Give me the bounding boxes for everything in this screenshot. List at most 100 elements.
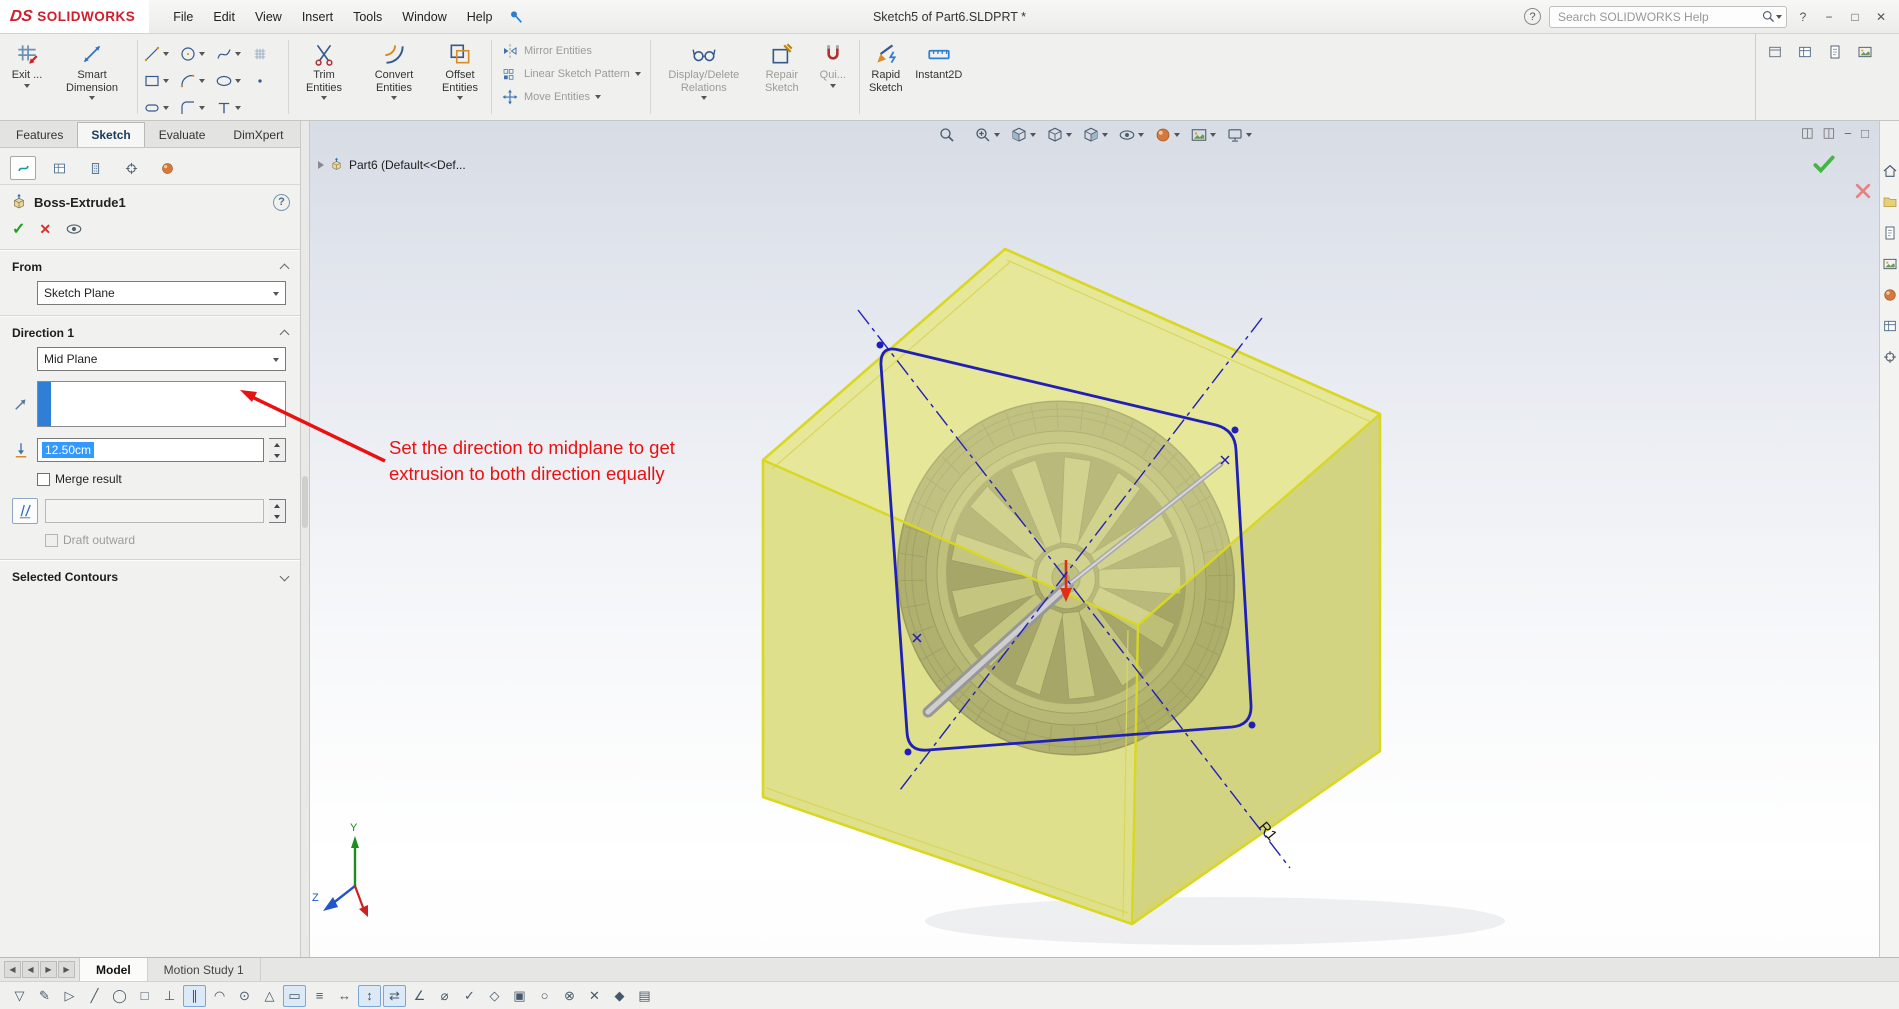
viewport-restore-icon[interactable]: □ [1861,125,1869,141]
statusbar-tool-icon[interactable]: ◇ [483,985,506,1007]
custom-properties-icon[interactable] [1882,318,1898,334]
confirm-cancel-corner-button[interactable] [1853,181,1873,201]
statusbar-tool-icon[interactable]: ▷ [58,985,81,1007]
statusbar-tool-icon[interactable]: ◠ [208,985,231,1007]
exit-sketch-button[interactable]: Exit ... [4,36,50,118]
statusbar-tool-icon[interactable]: ⊥ [158,985,181,1007]
rapid-sketch-button[interactable]: Rapid Sketch [863,36,909,118]
search-options-caret-icon[interactable] [1776,14,1782,19]
feature-tree-flyout[interactable]: Part6 (Default<<Def... [318,157,466,172]
statusbar-tool-icon[interactable]: ∥ [183,984,206,1007]
statusbar-tool-icon[interactable]: △ [258,985,281,1007]
display-delete-relations-button[interactable]: Display/Delete Relations [654,36,754,118]
exit-sketch-caret-icon[interactable] [24,83,30,88]
apply-scene-icon[interactable] [1187,124,1219,146]
end-condition-select[interactable]: Mid Plane [37,347,286,371]
graphics-area[interactable]: R1 Y Z ◫ ◫ − □ Part6 (Default<<Def... Se… [310,121,1879,957]
close-button[interactable]: ✕ [1873,10,1889,24]
view-settings-icon[interactable] [1223,124,1255,146]
splitter-grip[interactable] [302,476,308,528]
statusbar-tool-icon[interactable]: ◯ [108,985,131,1007]
panel-toggle-icon-4[interactable] [1857,44,1873,60]
trim-entities-caret-icon[interactable] [321,96,327,101]
design-library-icon[interactable] [1882,194,1898,210]
file-explorer-icon[interactable] [1882,225,1898,241]
from-section-header[interactable]: From [0,253,300,279]
statusbar-tool-icon[interactable]: ↕ [358,984,381,1007]
trim-entities-button[interactable]: Trim Entities [292,36,356,118]
statusbar-tool-icon[interactable]: ↔ [333,985,356,1007]
draft-angle-spinner[interactable] [269,499,286,523]
help-search-input[interactable] [1558,9,1761,24]
draft-angle-input[interactable] [45,499,264,523]
section-view-icon[interactable] [1007,124,1039,146]
statusbar-tool-icon[interactable]: ○ [533,985,556,1007]
depth-spinner[interactable] [269,438,286,462]
merge-result-checkbox[interactable] [37,472,50,486]
viewport-split2-icon[interactable]: ◫ [1823,125,1836,141]
menu-window[interactable]: Window [392,6,456,28]
end-condition-caret-icon[interactable] [273,358,279,362]
sketch-grid-icon[interactable] [249,40,285,67]
rectangle-tool-icon[interactable] [141,67,177,94]
draft-on-off-button[interactable] [12,498,38,524]
pin-toolbar-icon[interactable] [508,9,524,25]
search-icon[interactable] [1761,9,1776,24]
menu-tools[interactable]: Tools [343,6,392,28]
quick-snaps-button[interactable]: Qui... [810,36,856,118]
tab-features[interactable]: Features [2,122,77,147]
resources-icon[interactable] [1882,163,1898,179]
tab-feature-manager[interactable] [46,156,72,180]
ellipse-tool-icon[interactable] [213,67,249,94]
depth-input[interactable]: 12.50cm [37,438,264,462]
point-tool-icon[interactable] [249,67,285,94]
statusbar-tool-icon[interactable]: ⌀ [433,985,456,1007]
panel-toggle-icon-2[interactable] [1797,44,1813,60]
line-tool-icon[interactable] [141,40,177,67]
zoom-fit-icon[interactable] [935,124,967,146]
menu-view[interactable]: View [245,6,292,28]
statusbar-tool-icon[interactable]: □ [133,985,156,1007]
cancel-button[interactable]: ✕ [39,221,51,238]
viewport-minimize-icon[interactable]: − [1844,125,1852,141]
statusbar-tool-icon[interactable]: ▣ [508,985,531,1007]
menu-help[interactable]: Help [457,6,503,28]
tab-dimxpert[interactable]: DimXpert [219,122,297,147]
confirm-ok-corner-button[interactable] [1811,151,1837,177]
statusbar-tool-icon[interactable]: ≡ [308,985,331,1007]
statusbar-tool-icon[interactable]: ✎ [33,985,56,1007]
prev-tab-button[interactable]: ◀ [22,961,39,978]
tab-dimxpert-manager[interactable] [82,156,108,180]
text-tool-icon[interactable] [213,94,249,121]
panel-toggle-icon-1[interactable] [1767,44,1783,60]
instant2d-button[interactable]: Instant2D [909,36,969,118]
statusbar-tool-icon[interactable]: ▽ [8,985,31,1007]
statusbar-tool-icon[interactable]: ∠ [408,985,431,1007]
model-tab[interactable]: Model [80,958,148,981]
arc-tool-icon[interactable] [177,67,213,94]
direction1-section-header[interactable]: Direction 1 [0,319,300,345]
next-tab-button[interactable]: ▶ [40,961,57,978]
statusbar-tool-icon[interactable]: ▭ [283,984,306,1007]
display-style-icon[interactable] [1079,124,1111,146]
direction-of-extrusion-box[interactable] [37,381,286,427]
zoom-area-icon[interactable] [971,124,1003,146]
quick-snaps-caret-icon[interactable] [829,83,836,88]
restore-button[interactable]: □ [1847,10,1863,24]
tab-property-manager[interactable] [10,156,36,180]
first-tab-button[interactable]: ◀ [4,961,21,978]
panel-splitter[interactable] [300,121,310,957]
statusbar-tool-icon[interactable]: ⊙ [233,985,256,1007]
move-entities-button[interactable]: Move Entities [495,86,647,108]
view-palette-icon[interactable] [1882,256,1898,272]
from-plane-select[interactable]: Sketch Plane [37,281,286,305]
tab-display-manager[interactable] [118,156,144,180]
statusbar-tool-icon[interactable]: ▤ [633,985,656,1007]
linear-sketch-pattern-button[interactable]: Linear Sketch Pattern [495,63,647,85]
draft-outward-checkbox[interactable] [45,533,58,547]
repair-sketch-button[interactable]: Repair Sketch [754,36,810,118]
help-circle-icon[interactable]: ? [1524,8,1541,25]
minimize-button[interactable]: − [1821,10,1837,24]
from-plane-caret-icon[interactable] [273,292,279,296]
viewport-split-icon[interactable]: ◫ [1801,125,1814,141]
